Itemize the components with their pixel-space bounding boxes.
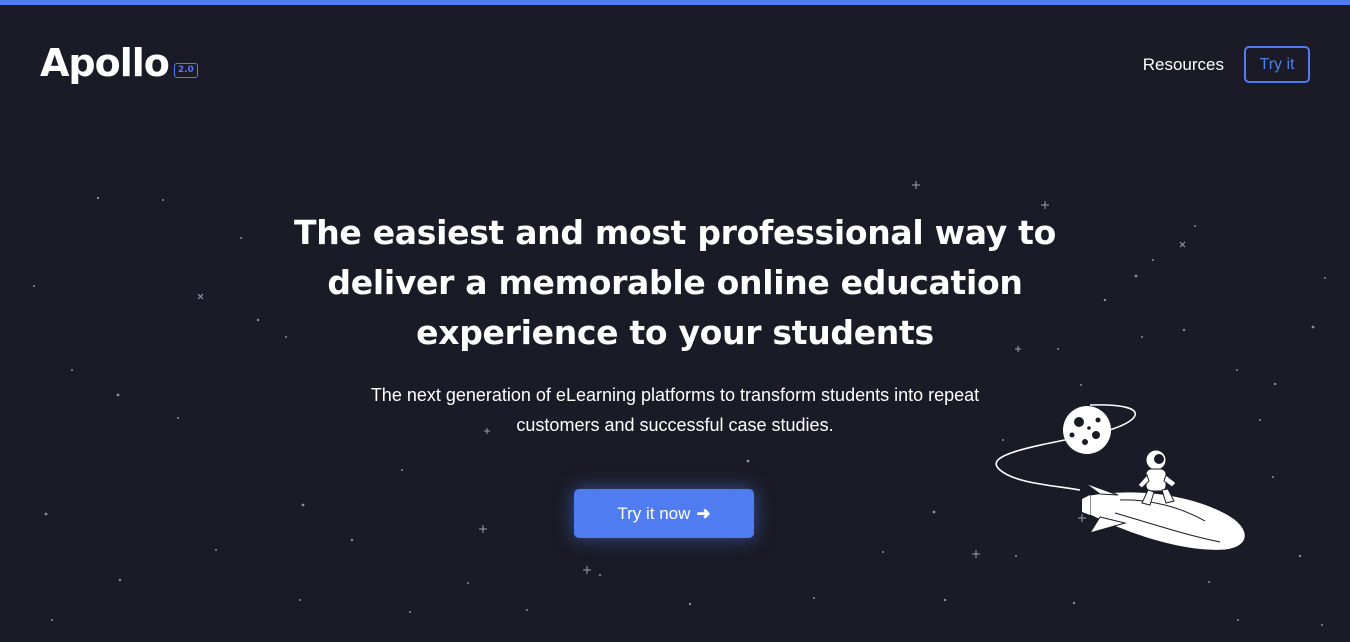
hero-subheadline: The next generation of eLearning platfor…: [325, 380, 1025, 440]
headline-line-2: deliver a memorable online education: [327, 263, 1023, 302]
apollo-logo[interactable]: Apollo 2.0: [40, 40, 198, 86]
astronaut-rocket-illustration: [995, 404, 1246, 551]
top-navigation: Resources Try it: [1143, 46, 1310, 83]
moon-icon: [1063, 406, 1111, 454]
try-it-now-button[interactable]: Try it now ➜: [574, 489, 754, 538]
try-it-button[interactable]: Try it: [1244, 46, 1310, 83]
logo-text: Apollo: [40, 41, 170, 85]
nav-link-resources[interactable]: Resources: [1143, 55, 1224, 75]
subheadline-line-1: The next generation of eLearning platfor…: [370, 385, 980, 405]
headline-line-1: The easiest and most professional way to: [294, 213, 1056, 252]
landing-page: Apollo 2.0 Resources Try it The easiest …: [0, 0, 1350, 642]
hero-headline: The easiest and most professional way to…: [275, 208, 1075, 358]
version-badge: 2.0: [173, 63, 198, 78]
arrow-right-icon: ➜: [696, 503, 711, 523]
hero-section: The easiest and most professional way to…: [275, 208, 1075, 440]
headline-line-3: experience to your students: [416, 313, 934, 352]
subheadline-line-2: customers and successful case studies.: [516, 415, 834, 435]
cta-label: Try it now: [617, 503, 691, 523]
